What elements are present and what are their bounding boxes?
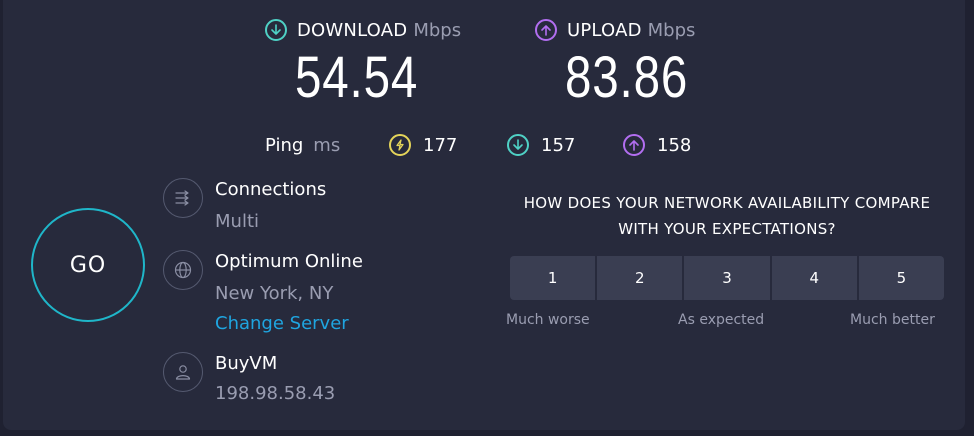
download-metric: DOWNLOAD Mbps 54.54 — [265, 14, 461, 114]
upload-value: 83.86 — [565, 45, 689, 110]
scale-label-high: Much better — [850, 312, 935, 328]
ping-label: Ping — [265, 134, 304, 156]
rating-option-3[interactable]: 3 — [684, 256, 772, 300]
upload-unit: Mbps — [647, 19, 696, 41]
ping-upload-value: 158 — [657, 134, 692, 156]
host-name: BuyVM — [215, 353, 278, 374]
globe-icon — [163, 250, 203, 290]
download-icon — [507, 134, 529, 156]
download-unit: Mbps — [413, 19, 462, 41]
connections-title: Connections — [215, 179, 327, 200]
ping-label-row: Ping ms — [265, 130, 340, 160]
survey-question: HOW DOES YOUR NETWORK AVAILABILITY COMPA… — [523, 194, 931, 238]
ping-upload: 158 — [623, 130, 691, 160]
change-server-link[interactable]: Change Server — [215, 312, 363, 336]
rating-option-5[interactable]: 5 — [858, 256, 944, 300]
lightning-icon — [389, 134, 411, 156]
scale-label-mid: As expected — [678, 312, 765, 328]
ping-unit: ms — [313, 134, 341, 156]
provider-info: Optimum Online New York, NY Change Serve… — [163, 250, 363, 336]
scale-label-low: Much worse — [506, 312, 590, 328]
rating-option-1[interactable]: 1 — [510, 256, 598, 300]
connections-value: Multi — [215, 211, 259, 232]
rating-option-2[interactable]: 2 — [597, 256, 685, 300]
ping-download: 157 — [507, 130, 575, 160]
upload-label: UPLOAD — [567, 19, 642, 41]
upload-icon — [535, 19, 557, 41]
ping-download-value: 157 — [541, 134, 576, 156]
connections-icon[interactable] — [163, 178, 203, 218]
ping-idle: 177 — [389, 130, 457, 160]
ping-idle-value: 177 — [423, 134, 458, 156]
upload-icon — [623, 134, 645, 156]
rating-scale: 1 2 3 4 5 — [510, 256, 944, 300]
user-icon — [163, 352, 203, 392]
download-label: DOWNLOAD — [297, 19, 408, 41]
host-ip: 198.98.58.43 — [215, 383, 336, 404]
download-value: 54.54 — [295, 45, 419, 110]
host-info: BuyVM 198.98.58.43 — [163, 352, 335, 406]
connections-info: Connections Multi — [163, 178, 326, 234]
download-icon — [265, 19, 287, 41]
go-button[interactable]: GO — [31, 208, 145, 322]
provider-location: New York, NY — [215, 283, 334, 304]
upload-metric: UPLOAD Mbps 83.86 — [535, 14, 715, 114]
rating-option-4[interactable]: 4 — [771, 256, 859, 300]
app-frame: DOWNLOAD Mbps 54.54 UPLOAD Mbps 83.86 Pi… — [0, 0, 974, 436]
provider-name: Optimum Online — [215, 251, 363, 272]
speedtest-panel: DOWNLOAD Mbps 54.54 UPLOAD Mbps 83.86 Pi… — [3, 0, 965, 430]
